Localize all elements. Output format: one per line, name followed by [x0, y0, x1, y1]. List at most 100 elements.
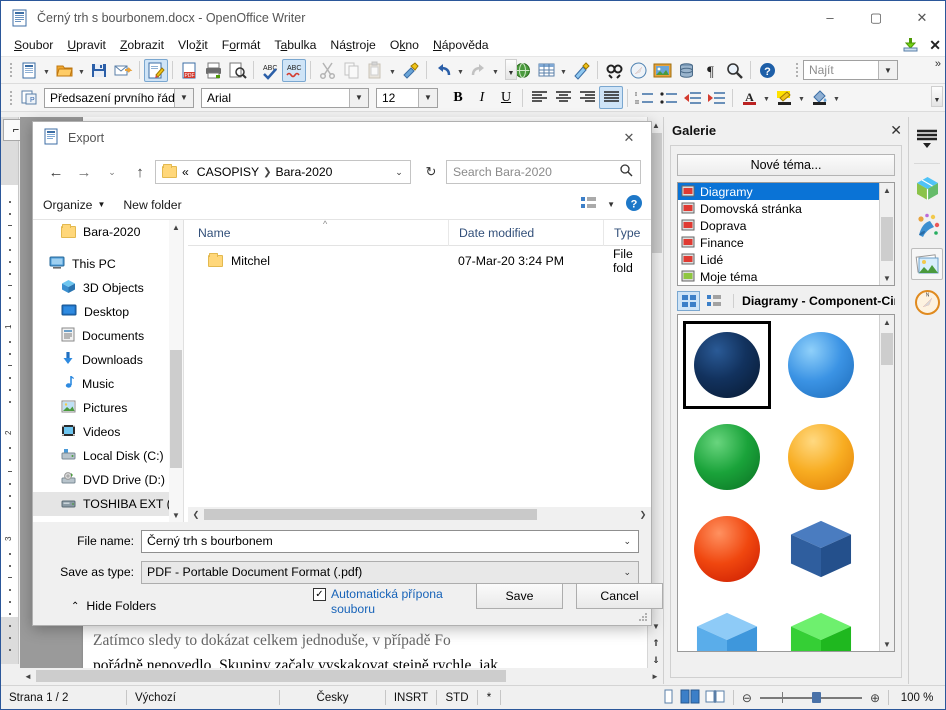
- breadcrumb-bara-2020[interactable]: Bara-2020: [275, 165, 332, 179]
- ordered-list-icon[interactable]: III: [632, 86, 656, 109]
- clone-formatting-icon[interactable]: [398, 59, 422, 82]
- nav-scroll-thumb[interactable]: [170, 350, 182, 468]
- font-size-dropdown-icon[interactable]: ▼: [418, 89, 437, 107]
- dialog-close-button[interactable]: ✕: [607, 122, 651, 154]
- multi-page-view-icon[interactable]: [680, 689, 700, 707]
- status-zoom-level[interactable]: 100 %: [889, 686, 945, 710]
- up-button[interactable]: ↑: [127, 159, 153, 185]
- file-pane-horizontal-scrollbar[interactable]: ❮ ❯: [188, 507, 651, 522]
- theme-scroll-up-icon[interactable]: ▲: [880, 183, 894, 197]
- increase-indent-icon[interactable]: [704, 86, 728, 109]
- find-replace-icon[interactable]: [602, 59, 626, 82]
- gallery-theme-list[interactable]: Diagramy Domovská stránka Doprava: [677, 182, 895, 286]
- save-as-type-select[interactable]: PDF - Portable Document Format (.pdf) ⌄: [141, 561, 639, 584]
- gallery-theme-item[interactable]: Diagramy: [678, 183, 894, 200]
- menu-tabulka[interactable]: Tabulka: [267, 36, 323, 54]
- highlight-dropdown-icon[interactable]: ▼: [796, 86, 807, 109]
- help-icon[interactable]: ?: [625, 194, 643, 215]
- gallery-icon[interactable]: [650, 59, 674, 82]
- align-right-icon[interactable]: [575, 86, 599, 109]
- font-name-combo[interactable]: Arial ▼: [201, 88, 369, 108]
- refresh-button[interactable]: ↻: [418, 160, 444, 184]
- file-hscroll-thumb[interactable]: [204, 509, 537, 520]
- save-as-type-dropdown-icon[interactable]: ⌄: [623, 567, 631, 578]
- gallery-item-sphere-green[interactable]: [683, 413, 771, 501]
- file-scroll-left-icon[interactable]: ❮: [188, 507, 204, 523]
- data-sources-icon[interactable]: [674, 59, 698, 82]
- paste-dropdown-icon[interactable]: ▼: [387, 59, 398, 82]
- save-button[interactable]: Save: [476, 583, 563, 609]
- close-document-icon[interactable]: ✕: [929, 37, 941, 54]
- detail-view-icon[interactable]: [702, 291, 725, 311]
- document-hscroll-thumb[interactable]: [36, 670, 506, 682]
- toolbar-overflow-button[interactable]: ▼: [505, 59, 517, 80]
- gallery-deck-icon[interactable]: [911, 248, 943, 280]
- sidebar-settings-icon[interactable]: [911, 123, 943, 155]
- font-color-dropdown-icon[interactable]: ▼: [761, 86, 772, 109]
- nav-item-videos[interactable]: Videos: [33, 420, 183, 444]
- gallery-item-sphere-navy[interactable]: [683, 321, 771, 409]
- gallery-items-grid[interactable]: ▲ ▼: [677, 314, 895, 652]
- edit-file-icon[interactable]: [144, 59, 168, 82]
- font-color-icon[interactable]: A: [737, 86, 761, 109]
- search-icon[interactable]: [620, 164, 633, 180]
- navigator-icon[interactable]: [626, 59, 650, 82]
- status-insert-mode[interactable]: INSRT: [386, 686, 436, 710]
- gallery-item-cube-darkblue[interactable]: [777, 505, 865, 593]
- menu-vlozit[interactable]: Vložit: [171, 36, 215, 54]
- export-dialog[interactable]: Export ✕ ← → ⌄ ↑ « CASOPISY ❯ Bara-2020 …: [32, 121, 652, 626]
- gallery-scroll-thumb[interactable]: [881, 333, 893, 365]
- redo-dropdown-icon[interactable]: ▼: [490, 59, 501, 82]
- download-icon[interactable]: [902, 37, 919, 55]
- nav-item-3d-objects[interactable]: 3D Objects: [33, 276, 183, 300]
- nav-item-toshiba-ext[interactable]: TOSHIBA EXT (E:: [33, 492, 183, 516]
- address-bar[interactable]: « CASOPISY ❯ Bara-2020 ⌄: [155, 160, 411, 184]
- paragraph-style-dropdown-icon[interactable]: ▼: [174, 89, 193, 107]
- redo-icon[interactable]: [466, 59, 490, 82]
- recent-locations-button[interactable]: ⌄: [99, 159, 125, 185]
- nav-scroll-up-icon[interactable]: ▲: [169, 220, 183, 234]
- print-preview-icon[interactable]: [225, 59, 249, 82]
- previous-page-icon[interactable]: ⇑: [648, 635, 663, 651]
- menu-soubor[interactable]: Soubor: [7, 36, 60, 54]
- close-button[interactable]: ✕: [899, 1, 945, 34]
- status-language[interactable]: Česky: [280, 686, 385, 710]
- next-page-icon[interactable]: ⇓: [648, 652, 663, 668]
- find-dropdown-icon[interactable]: ▼: [878, 61, 897, 79]
- new-document-icon[interactable]: [17, 59, 41, 82]
- breadcrumb-casopisy[interactable]: CASOPISY: [197, 165, 259, 179]
- back-button[interactable]: ←: [43, 159, 69, 185]
- nav-pane-scrollbar[interactable]: ▲ ▼: [169, 220, 183, 522]
- paste-icon[interactable]: [363, 59, 387, 82]
- nav-item-local-disk[interactable]: Local Disk (C:): [33, 444, 183, 468]
- toolbar-grip[interactable]: [7, 61, 14, 79]
- table-icon[interactable]: [534, 59, 558, 82]
- unordered-list-icon[interactable]: [656, 86, 680, 109]
- nav-item-dvd-drive[interactable]: DVD Drive (D:) C: [33, 468, 183, 492]
- formatting-toolbar-grip[interactable]: [7, 89, 14, 107]
- nav-item-desktop[interactable]: Desktop: [33, 300, 183, 324]
- paragraph-style-icon[interactable]: P: [17, 86, 41, 109]
- file-name-dropdown-icon[interactable]: ⌄: [623, 536, 631, 547]
- file-list-pane[interactable]: Name Date modified Type ^ Mitchel 07-Mar…: [188, 220, 651, 522]
- find-toolbar-grip[interactable]: [793, 61, 800, 79]
- toolbar-expand-icon[interactable]: »: [935, 58, 941, 70]
- decrease-indent-icon[interactable]: [680, 86, 704, 109]
- underline-button[interactable]: U: [494, 86, 518, 109]
- gallery-theme-item[interactable]: Finance: [678, 234, 894, 251]
- formatting-overflow-button[interactable]: ▼: [931, 86, 943, 107]
- menu-format[interactable]: Formát: [215, 36, 268, 54]
- email-document-icon[interactable]: [111, 59, 135, 82]
- column-header-name[interactable]: Name: [188, 220, 448, 246]
- nav-item-this-pc[interactable]: This PC: [33, 252, 183, 276]
- status-page-style[interactable]: Výchozí: [127, 686, 279, 710]
- nav-item-pictures[interactable]: Pictures: [33, 396, 183, 420]
- gallery-theme-item[interactable]: Lidé: [678, 251, 894, 268]
- theme-list-scrollbar[interactable]: ▲ ▼: [879, 183, 894, 285]
- align-justify-icon[interactable]: [599, 86, 623, 109]
- checkbox-checked-icon[interactable]: ✓: [313, 588, 326, 601]
- menu-zobrazit[interactable]: Zobrazit: [113, 36, 171, 54]
- background-color-icon[interactable]: [807, 86, 831, 109]
- export-pdf-icon[interactable]: PDF: [177, 59, 201, 82]
- spelling-icon[interactable]: ABC: [258, 59, 282, 82]
